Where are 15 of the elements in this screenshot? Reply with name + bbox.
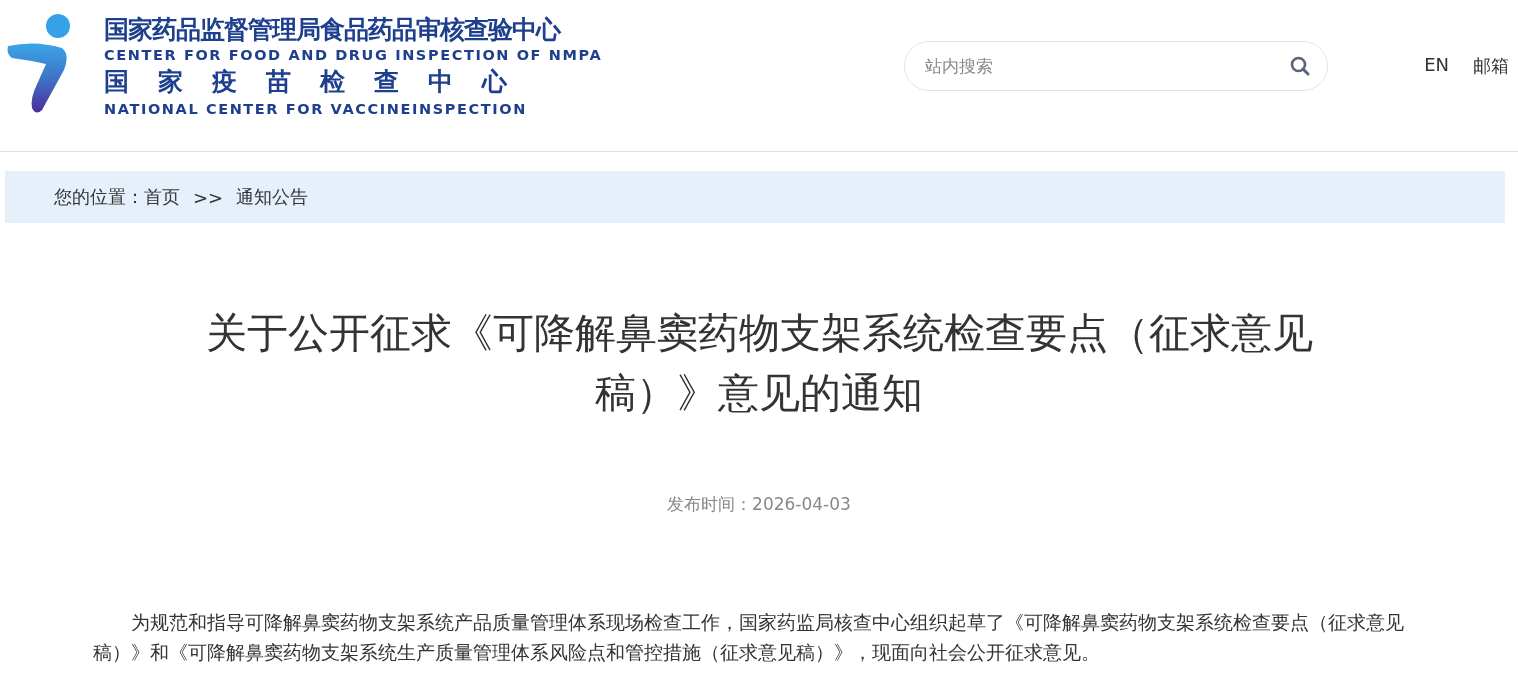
logo-title: 国家药品监督管理局食品药品审核查验中心 bbox=[104, 14, 562, 46]
logo-subtitle: NATIONAL CENTER FOR VACCINEINSPECTION bbox=[104, 100, 528, 118]
search-field[interactable]: 站内搜索 bbox=[904, 41, 1329, 91]
breadcrumb-link[interactable]: 通知公告 bbox=[236, 185, 309, 209]
breadcrumb-label: 您的位置： bbox=[54, 185, 144, 209]
header-link[interactable]: 邮箱 bbox=[1473, 54, 1509, 78]
search-icon[interactable] bbox=[1290, 56, 1311, 76]
logo-title: 国家疫苗检查中心 bbox=[104, 66, 537, 98]
article-paragraph: 为规范和指导可降解鼻窦药物支架系统产品质量管理体系现场检查工作，国家药监局核查中心组织起草了《可降解鼻窦药物支架系统检查要点（征求意见稿）》和《可降解鼻窦药物支架系统生产质量管理体系风险点和管控措施（征求意见稿）》，现面向社会公开征求意见。 bbox=[93, 611, 1405, 665]
breadcrumb-separator: >> bbox=[193, 186, 224, 208]
header-link[interactable]: EN bbox=[1424, 54, 1449, 78]
publish-date: 发布时间：2026-04-03 bbox=[666, 493, 852, 516]
logo-subtitle: CENTER FOR FOOD AND DRUG INSPECTION OF NMPA bbox=[104, 46, 603, 64]
breadcrumb-link[interactable]: 首页 bbox=[144, 185, 180, 209]
article-title: 关于公开征求《可降解鼻窦药物支架系统检查要点（征求意见稿）》意见的通知 bbox=[204, 308, 1314, 419]
